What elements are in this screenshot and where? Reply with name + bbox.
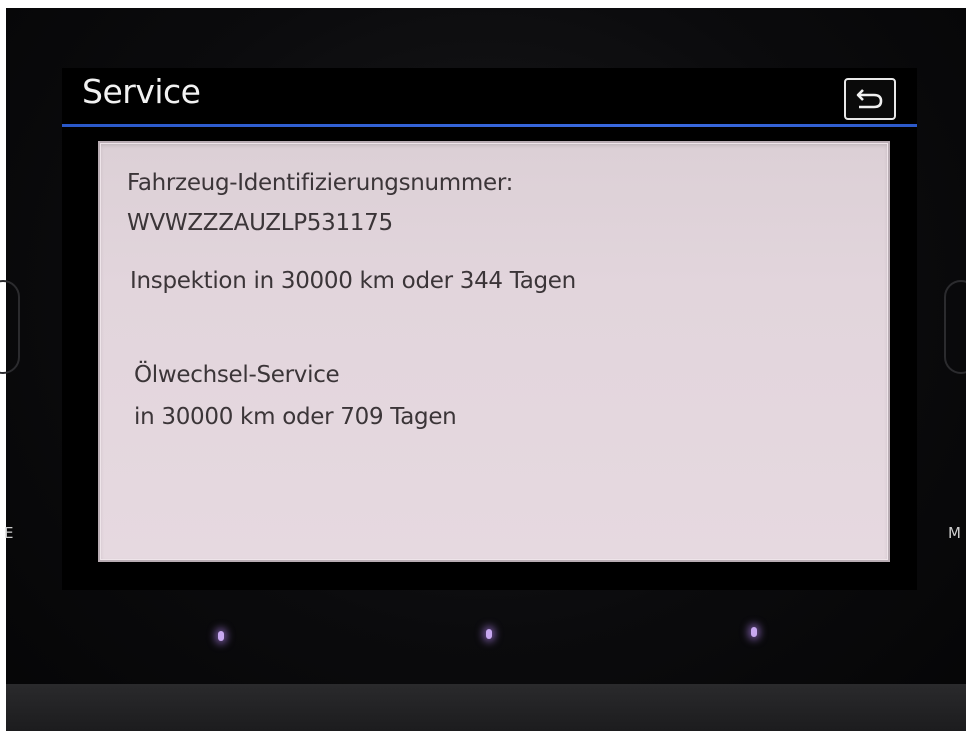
left-knob-outline <box>0 280 20 374</box>
title-bar: Service <box>62 68 917 130</box>
hardware-button-indicator[interactable] <box>486 629 492 639</box>
oil-service-detail: in 30000 km oder 709 Tagen <box>134 404 457 430</box>
back-arrow-icon <box>856 89 883 109</box>
bezel-lower-edge <box>6 684 966 731</box>
vin-value: WVWZZZAUZLP531175 <box>127 210 393 236</box>
right-knob-outline <box>944 280 966 374</box>
right-edge-letter: M <box>948 524 961 542</box>
left-edge-letter: E <box>4 524 14 542</box>
photo-background: E M Service Fahrzeug-Identifizierungsnum… <box>0 0 966 731</box>
vin-label: Fahrzeug-Identifizierungsnummer: <box>127 170 514 196</box>
back-button[interactable] <box>844 78 896 120</box>
title-divider <box>62 124 917 127</box>
hardware-button-indicator[interactable] <box>218 631 224 641</box>
hardware-button-indicator[interactable] <box>751 627 757 637</box>
oil-service-title: Ölwechsel-Service <box>134 362 340 388</box>
inspection-text: Inspektion in 30000 km oder 344 Tagen <box>130 268 576 294</box>
service-info-panel <box>98 141 890 562</box>
page-title: Service <box>82 72 201 111</box>
